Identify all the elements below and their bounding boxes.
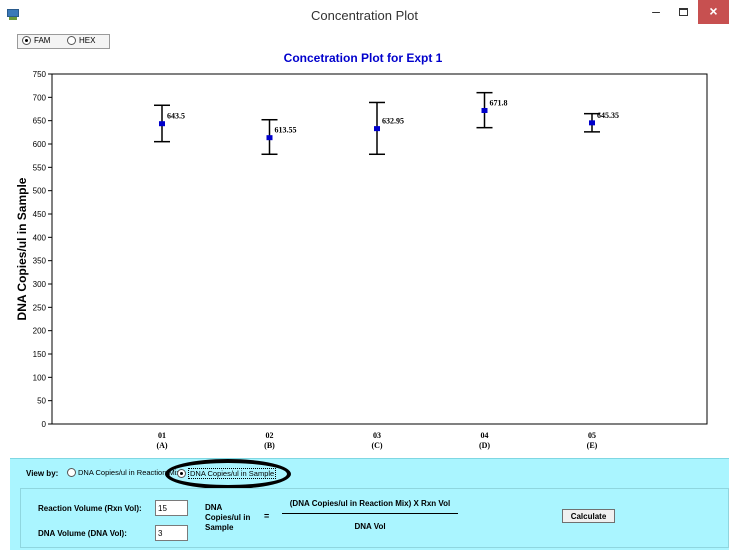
y-tick-label: 450: [33, 210, 47, 219]
view-by-label: View by:: [26, 469, 59, 478]
data-label: 643.5: [167, 112, 185, 121]
y-tick-label: 500: [33, 187, 47, 196]
title-bar: Concentration Plot – ×: [0, 0, 729, 31]
channel-label-hex: HEX: [79, 36, 96, 45]
reaction-volume-label: Reaction Volume (Rxn Vol):: [38, 504, 142, 513]
x-tick-sublabel: (A): [156, 441, 167, 450]
formula-result-label: DNA Copies/ul in Sample: [205, 503, 251, 532]
x-tick-label: 02: [266, 431, 274, 440]
radio-hex[interactable]: [67, 36, 76, 45]
y-tick-label: 350: [33, 257, 47, 266]
calculate-button[interactable]: Calculate: [562, 509, 615, 523]
formula-numerator: (DNA Copies/ul in Reaction Mix) X Rxn Vo…: [289, 499, 451, 508]
data-label: 645.35: [597, 111, 619, 120]
y-tick-label: 150: [33, 350, 47, 359]
y-tick-label: 300: [33, 280, 47, 289]
data-point: [266, 135, 273, 141]
data-point: [159, 121, 165, 127]
radio-sample[interactable]: [177, 469, 186, 478]
y-tick-label: 400: [33, 233, 47, 242]
maximize-button[interactable]: [670, 0, 696, 24]
data-point: [481, 107, 488, 113]
x-tick-sublabel: (B): [264, 441, 275, 450]
formula-denominator: DNA Vol: [354, 522, 386, 531]
dna-volume-label: DNA Volume (DNA Vol):: [38, 529, 127, 538]
x-tick-sublabel: (C): [371, 441, 382, 450]
minimize-button[interactable]: –: [643, 0, 669, 24]
data-point: [374, 126, 380, 132]
radio-reaction-mix[interactable]: [67, 468, 76, 477]
channel-option-hex[interactable]: HEX: [67, 36, 95, 45]
fraction-line: [282, 513, 458, 514]
data-label: 632.95: [382, 117, 404, 126]
y-tick-label: 600: [33, 140, 47, 149]
y-tick-label: 750: [33, 70, 47, 79]
formula-equals: =: [264, 511, 270, 521]
channel-option-fam[interactable]: FAM: [22, 36, 50, 45]
x-tick-label: 01: [158, 431, 166, 440]
view-option-reaction-mix[interactable]: DNA Copies/ul in Reaction Mix: [67, 468, 180, 477]
close-button[interactable]: ×: [698, 0, 729, 24]
data-label: 613.55: [275, 126, 297, 135]
y-tick-label: 550: [33, 163, 47, 172]
view-option-sample-label: DNA Copies/ul in Sample: [188, 468, 277, 479]
y-tick-label: 50: [37, 397, 46, 406]
y-tick-label: 250: [33, 303, 47, 312]
x-tick-sublabel: (D): [479, 441, 490, 450]
radio-fam[interactable]: [22, 36, 31, 45]
x-tick-label: 05: [588, 431, 596, 440]
y-tick-label: 650: [33, 117, 47, 126]
y-axis-label: DNA Copies/ul in Sample: [15, 177, 29, 320]
y-tick-label: 700: [33, 93, 47, 102]
view-option-sample[interactable]: DNA Copies/ul in Sample: [177, 468, 277, 479]
maximize-icon: [678, 8, 688, 16]
volume-box: [20, 488, 729, 548]
window-title: Concentration Plot: [311, 8, 418, 23]
y-tick-label: 100: [33, 373, 47, 382]
x-tick-label: 04: [481, 431, 489, 440]
channel-selector: FAM HEX: [17, 34, 110, 49]
y-tick-label: 0: [42, 420, 47, 429]
channel-label-fam: FAM: [34, 36, 51, 45]
dna-volume-input[interactable]: [155, 525, 188, 541]
chart-title: Concetration Plot for Expt 1: [284, 51, 443, 65]
x-tick-label: 03: [373, 431, 381, 440]
data-point: [589, 120, 595, 126]
concentration-chart: Concetration Plot for Expt 1050100150200…: [15, 51, 708, 450]
data-label: 671.8: [490, 98, 508, 107]
x-tick-sublabel: (E): [587, 441, 598, 450]
y-tick-label: 200: [33, 327, 47, 336]
reaction-volume-input[interactable]: [155, 500, 188, 516]
